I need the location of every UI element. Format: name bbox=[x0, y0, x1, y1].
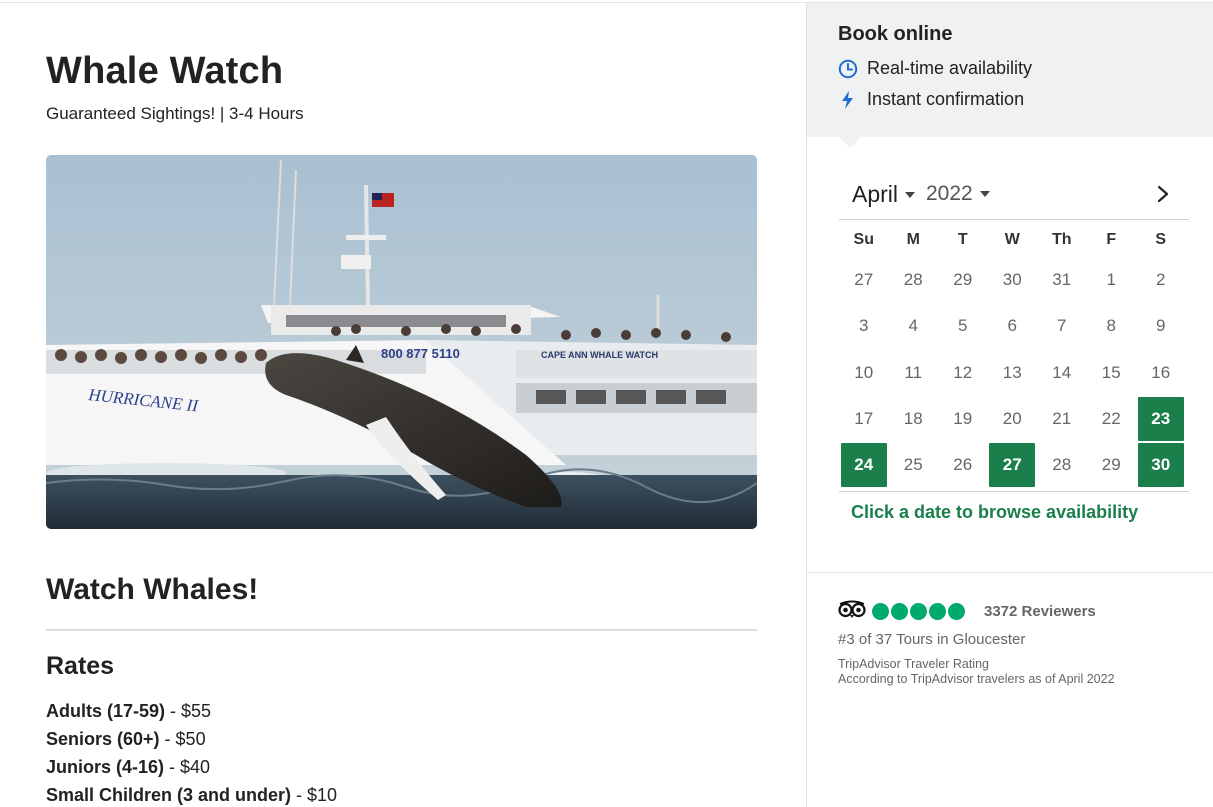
calendar-day[interactable]: 25 bbox=[889, 443, 939, 487]
calendar-day-available[interactable]: 30 bbox=[1137, 443, 1184, 488]
calendar-day-available[interactable]: 27 bbox=[989, 443, 1036, 488]
rating-source-label: TripAdvisor Traveler Rating bbox=[838, 657, 989, 671]
calendar-day[interactable]: 12 bbox=[938, 351, 988, 395]
year-select[interactable]: 2022 bbox=[926, 182, 990, 206]
calendar-day[interactable]: 28 bbox=[889, 258, 939, 302]
calendar-day[interactable]: 7 bbox=[1037, 304, 1087, 348]
calendar-day[interactable]: 5 bbox=[938, 304, 988, 348]
clock-icon bbox=[838, 59, 858, 79]
svg-text:CAPE ANN WHALE WATCH: CAPE ANN WHALE WATCH bbox=[541, 350, 658, 360]
calendar: April 2022 Su M T W Th F S 27 28 29 30 31 1 2 3… bbox=[839, 170, 1189, 523]
calendar-footer: Click a date to browse availability bbox=[839, 491, 1189, 523]
tripadvisor-owl-icon bbox=[838, 600, 866, 623]
calendar-day[interactable]: 22 bbox=[1087, 397, 1137, 441]
weekday-label: F bbox=[1106, 231, 1117, 248]
section-heading: Watch Whales! bbox=[46, 573, 259, 606]
rating-bubble bbox=[929, 602, 946, 620]
calendar-day[interactable]: 19 bbox=[938, 397, 988, 441]
rate-item: Small Children (3 and under) - $10 bbox=[46, 785, 338, 805]
weekday-row: Su M T W Th F S bbox=[839, 231, 1189, 255]
rating-note: According to TripAdvisor travelers as of… bbox=[838, 672, 1115, 686]
calendar-day[interactable]: 15 bbox=[1087, 351, 1137, 395]
calendar-day[interactable]: 29 bbox=[938, 258, 988, 302]
calendar-day[interactable]: 11 bbox=[889, 351, 939, 395]
calendar-day[interactable]: 4 bbox=[889, 304, 939, 348]
calendar-day[interactable]: 3 bbox=[839, 304, 889, 348]
calendar-day[interactable]: 16 bbox=[1136, 351, 1186, 395]
weekday-label: M bbox=[906, 231, 920, 248]
calendar-day[interactable]: 13 bbox=[988, 351, 1038, 395]
tripadvisor-rating: 3372 Reviewers #3 of 37 Tours in Glouces… bbox=[838, 600, 1198, 687]
calendar-day[interactable]: 6 bbox=[988, 304, 1038, 348]
calendar-week-row: 10 11 12 13 14 15 16 bbox=[839, 350, 1189, 396]
svg-text:800 877 5110: 800 877 5110 bbox=[381, 346, 460, 361]
pointer-notch bbox=[839, 137, 861, 148]
weekday-label: Th bbox=[1051, 231, 1072, 248]
calendar-day-available[interactable]: 24 bbox=[840, 443, 887, 488]
ranking-text: #3 of 37 Tours in Gloucester bbox=[838, 631, 1026, 648]
next-month-button[interactable] bbox=[1151, 182, 1175, 206]
rating-bubble bbox=[948, 602, 965, 620]
rates-heading: Rates bbox=[46, 652, 115, 680]
rating-bubble bbox=[891, 602, 908, 620]
calendar-day[interactable]: 10 bbox=[839, 351, 889, 395]
chevron-down-icon bbox=[905, 191, 916, 198]
calendar-day[interactable]: 29 bbox=[1087, 443, 1137, 487]
page-subtitle: Guaranteed Sightings! | 3-4 Hours bbox=[46, 104, 304, 123]
weekday-label: T bbox=[957, 231, 968, 248]
rates-list: Adults (17-59) - $55 Seniors (60+) - $50… bbox=[46, 699, 337, 807]
availability-hint: Click a date to browse availability bbox=[851, 502, 1139, 523]
page-title: Whale Watch bbox=[46, 50, 284, 92]
calendar-day[interactable]: 18 bbox=[889, 397, 939, 441]
calendar-day[interactable]: 8 bbox=[1087, 304, 1137, 348]
rate-item: Seniors (60+) - $50 bbox=[46, 729, 206, 749]
calendar-day[interactable]: 21 bbox=[1037, 397, 1087, 441]
calendar-day[interactable]: 1 bbox=[1087, 258, 1137, 302]
calendar-day[interactable]: 2 bbox=[1136, 258, 1186, 302]
weekday-label: W bbox=[1004, 231, 1020, 248]
calendar-day[interactable]: 9 bbox=[1136, 304, 1186, 348]
section-divider bbox=[46, 629, 757, 631]
month-select[interactable]: April bbox=[852, 181, 916, 208]
feature-realtime: Real-time availability bbox=[838, 58, 1032, 79]
weekday-label: S bbox=[1155, 231, 1167, 248]
calendar-day-available[interactable]: 23 bbox=[1137, 397, 1184, 442]
calendar-day[interactable]: 31 bbox=[1037, 258, 1087, 302]
calendar-day[interactable]: 26 bbox=[938, 443, 988, 487]
book-online-box: Book online Real-time availability Insta… bbox=[807, 3, 1213, 137]
hero-image: CAPE ANN WHALE WATCH HURRICANE II 800 87… bbox=[46, 155, 757, 529]
calendar-week-row: 17 18 19 20 21 22 23 bbox=[839, 396, 1189, 442]
calendar-header: April 2022 bbox=[839, 170, 1189, 220]
calendar-week-row: 24 25 26 27 28 29 30 bbox=[839, 442, 1189, 488]
calendar-grid: 27 28 29 30 31 1 2 3 4 5 6 7 8 9 10 11 12 13 14 15 16 17 18 19 2… bbox=[839, 257, 1189, 488]
reviewer-count[interactable]: 3372 Reviewers bbox=[984, 603, 1096, 620]
rating-bubbles bbox=[872, 602, 967, 620]
calendar-week-row: 27 28 29 30 31 1 2 bbox=[839, 257, 1189, 303]
calendar-week-row: 3456789 bbox=[839, 303, 1189, 349]
rate-item: Adults (17-59) - $55 bbox=[46, 701, 212, 721]
rating-bubble bbox=[910, 602, 927, 620]
feature-instant: Instant confirmation bbox=[838, 89, 1024, 110]
book-online-title: Book online bbox=[838, 23, 953, 45]
rating-bubble bbox=[872, 602, 889, 620]
calendar-day[interactable]: 28 bbox=[1037, 443, 1087, 487]
rate-item: Juniors (4-16) - $40 bbox=[46, 757, 211, 777]
calendar-day[interactable]: 30 bbox=[988, 258, 1038, 302]
panel-divider bbox=[807, 572, 1213, 573]
chevron-down-icon bbox=[979, 191, 990, 197]
chevron-right-icon bbox=[1157, 185, 1169, 203]
calendar-day[interactable]: 17 bbox=[839, 397, 889, 441]
lightning-bolt-icon bbox=[838, 90, 858, 110]
booking-panel: Book online Real-time availability Insta… bbox=[806, 3, 1213, 807]
calendar-day[interactable]: 14 bbox=[1037, 351, 1087, 395]
weekday-label: Su bbox=[853, 231, 874, 248]
calendar-day[interactable]: 20 bbox=[988, 397, 1038, 441]
calendar-day[interactable]: 27 bbox=[839, 258, 889, 302]
